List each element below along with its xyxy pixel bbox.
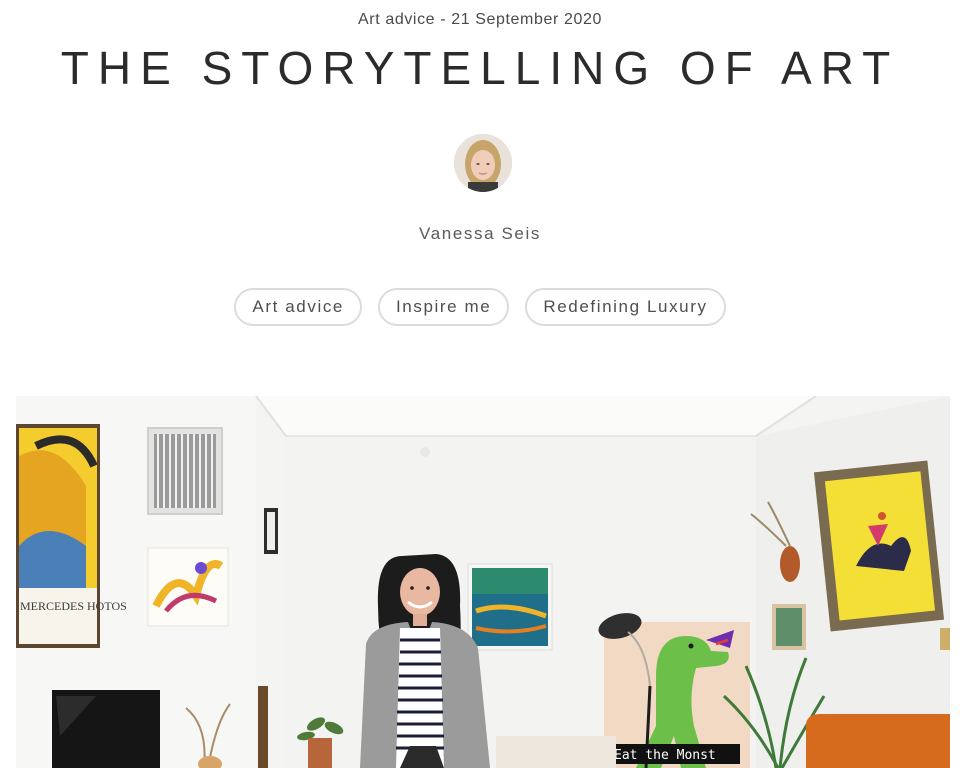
yellow-horse-artwork <box>813 460 945 632</box>
article-category[interactable]: Art advice <box>358 11 435 28</box>
page-title: THE STORYTELLING OF ART <box>60 42 900 94</box>
poster-caption: MERCEDES HOTOS <box>20 599 127 613</box>
article-page: Art advice - 21 September 2020 THE STORY… <box>0 0 960 768</box>
tag-inspire-me[interactable]: Inspire me <box>377 288 510 326</box>
author-name[interactable]: Vanessa Seis <box>0 224 960 244</box>
article-meta: Art advice - 21 September 2020 <box>0 11 960 29</box>
hero-image: MERCEDES HOTOS Eat the Monst <box>16 396 950 768</box>
meta-separator: - <box>435 11 452 28</box>
sign-text: Eat the Monst <box>614 748 716 763</box>
tag-art-advice[interactable]: Art advice <box>234 288 362 326</box>
tag-list: Art advice Inspire me Redefining Luxury <box>0 288 960 326</box>
article-date: 21 September 2020 <box>451 11 602 28</box>
author-portrait <box>454 134 512 192</box>
author-avatar[interactable] <box>454 134 512 192</box>
living-room-photo: MERCEDES HOTOS Eat the Monst <box>16 396 950 768</box>
tag-redefining-luxury[interactable]: Redefining Luxury <box>525 288 726 326</box>
